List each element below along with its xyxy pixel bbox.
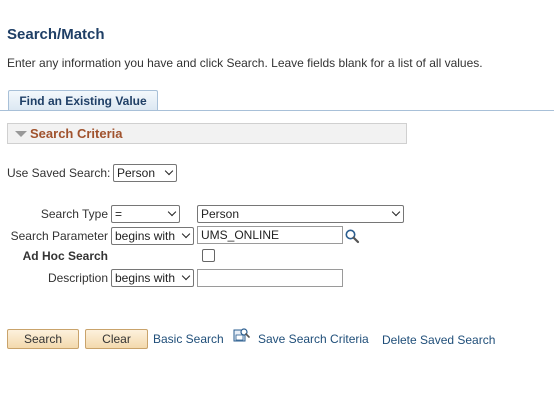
search-parameter-value: UMS_ONLINE	[201, 228, 280, 242]
clear-button[interactable]: Clear	[85, 329, 148, 349]
saved-search-value: Person	[117, 166, 156, 180]
chevron-down-icon	[164, 166, 174, 176]
search-parameter-input[interactable]: UMS_ONLINE	[197, 226, 343, 244]
chevron-down-icon	[181, 271, 191, 281]
search-parameter-label: Search Parameter	[10, 229, 108, 243]
collapse-triangle-icon[interactable]	[15, 131, 27, 137]
page-title: Search/Match	[7, 26, 105, 43]
chevron-down-icon	[391, 207, 401, 217]
saved-search-select[interactable]: Person	[113, 164, 177, 182]
description-input[interactable]	[197, 269, 343, 287]
search-type-operator-select[interactable]: =	[111, 205, 180, 223]
tab-find-existing-value[interactable]: Find an Existing Value	[8, 90, 158, 111]
ad-hoc-search-checkbox[interactable]	[202, 249, 215, 262]
search-parameter-operator-select[interactable]: begins with	[111, 227, 194, 245]
basic-search-link[interactable]: Basic Search	[153, 332, 224, 346]
search-criteria-section[interactable]: Search Criteria	[7, 123, 407, 144]
chevron-down-icon	[181, 229, 191, 239]
save-criteria-icon[interactable]	[233, 326, 250, 343]
search-button[interactable]: Search	[7, 329, 79, 349]
search-type-operator-value: =	[115, 207, 123, 221]
delete-saved-search-link[interactable]: Delete Saved Search	[382, 333, 495, 347]
tab-divider	[0, 110, 554, 111]
magnifier-icon[interactable]	[344, 228, 360, 244]
ad-hoc-search-label: Ad Hoc Search	[22, 249, 108, 263]
saved-search-label: Use Saved Search:	[7, 166, 111, 180]
save-search-criteria-link[interactable]: Save Search Criteria	[258, 332, 369, 346]
description-operator-select[interactable]: begins with	[111, 269, 194, 287]
chevron-down-icon	[167, 207, 177, 217]
page-instructions: Enter any information you have and click…	[7, 56, 483, 70]
search-parameter-operator-value: begins with	[115, 229, 176, 243]
section-title: Search Criteria	[30, 126, 123, 141]
description-operator-value: begins with	[115, 271, 176, 285]
search-type-select[interactable]: Person	[197, 205, 404, 223]
search-type-value: Person	[201, 207, 240, 221]
description-label: Description	[47, 271, 108, 285]
search-type-label: Search Type	[40, 207, 108, 221]
